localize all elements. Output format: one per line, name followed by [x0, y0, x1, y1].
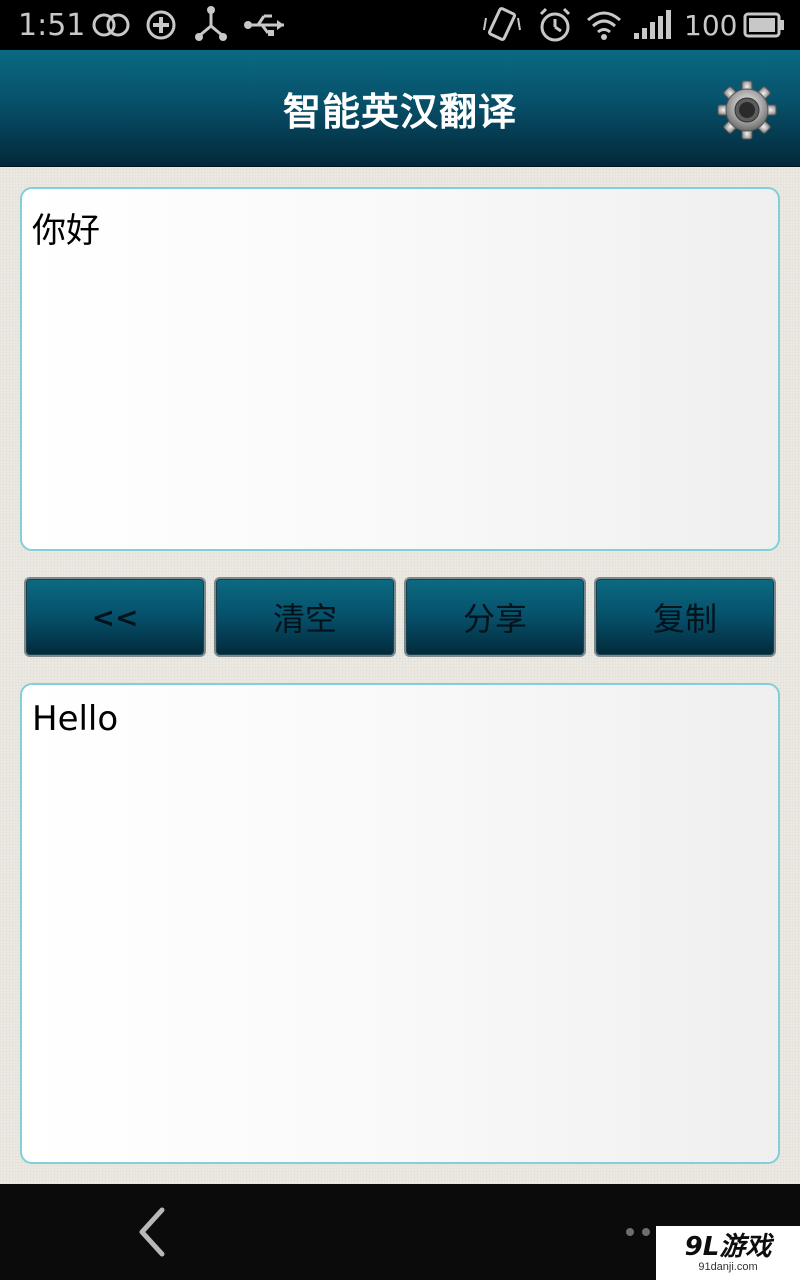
sync-plus-icon	[146, 10, 176, 40]
battery-icon	[743, 12, 784, 38]
watermark-sub: 91danji.com	[698, 1260, 758, 1273]
back-arrow-icon[interactable]	[130, 1206, 174, 1258]
title-bar: 智能英汉翻译	[0, 50, 800, 167]
status-time: 1:51	[18, 7, 86, 43]
clear-button[interactable]: 清空	[214, 577, 396, 657]
battery-level: 100	[684, 8, 738, 42]
signal-icon	[634, 10, 671, 39]
alarm-icon	[539, 7, 571, 42]
gear-icon[interactable]	[716, 79, 778, 141]
share-button[interactable]: 分享	[404, 577, 586, 657]
status-bar: 1:51 100	[0, 0, 800, 50]
watermark-main: 9L游戏	[684, 1231, 772, 1262]
page-dots	[626, 1228, 650, 1236]
copy-button[interactable]: 复制	[594, 577, 776, 657]
page-dot	[642, 1228, 650, 1236]
translation-output[interactable]: Hello	[20, 683, 780, 1164]
translate-back-button[interactable]: <<	[24, 577, 206, 657]
vibrate-icon	[483, 7, 521, 41]
wifi-icon	[587, 11, 621, 40]
usb-tether-icon	[195, 6, 227, 41]
source-text-input[interactable]: 你好	[20, 187, 780, 551]
double-ring-icon	[92, 13, 130, 37]
watermark-logo: 9L游戏 91danji.com	[656, 1226, 800, 1280]
page-title: 智能英汉翻译	[282, 89, 517, 134]
page-dot	[626, 1228, 634, 1236]
usb-icon	[244, 14, 284, 36]
